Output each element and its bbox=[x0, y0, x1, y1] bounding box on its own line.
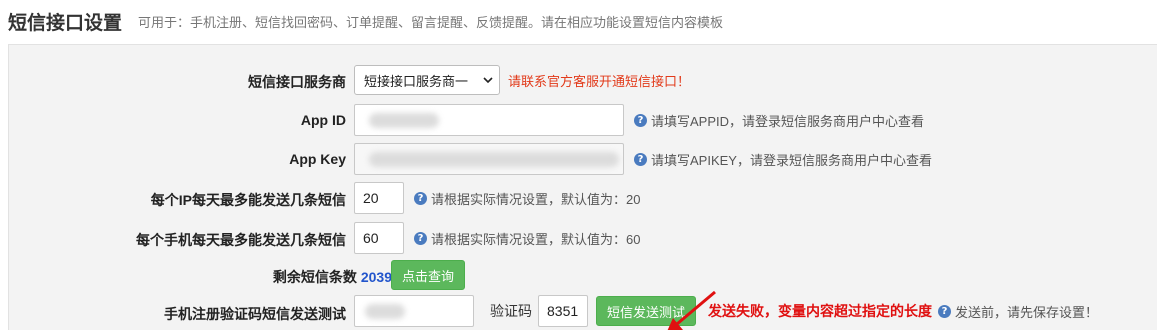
app-key-label: App Key bbox=[289, 151, 346, 167]
redacted-value bbox=[365, 304, 405, 319]
phone-limit-input[interactable]: 60 bbox=[354, 222, 404, 254]
app-id-label: App ID bbox=[300, 112, 346, 128]
app-id-field: ? 请填写APPID，请登录短信服务商用户中心查看 bbox=[354, 104, 924, 136]
query-button[interactable]: 点击查询 bbox=[391, 260, 466, 290]
app-id-hint-text: 请填写APPID，请登录短信服务商用户中心查看 bbox=[651, 113, 925, 129]
app-id-input[interactable] bbox=[354, 104, 624, 136]
phone-limit-hint: ? 请根据实际情况设置，默认值为：60 bbox=[414, 229, 640, 248]
chevron-down-icon bbox=[483, 77, 493, 84]
remaining-label-text: 剩余短信条数 bbox=[272, 269, 357, 285]
remaining-field: 点击查询 bbox=[391, 260, 466, 290]
redacted-value bbox=[369, 113, 439, 128]
test-hint-text: 发送前，请先保存设置！ bbox=[955, 304, 1099, 320]
send-fail-message: 发送失败，变量内容超过指定的长度 bbox=[708, 303, 933, 319]
test-row: 手机注册验证码短信发送测试 验证码 8351 短信发送测试 发送失败，变量内容超… bbox=[9, 294, 1157, 327]
provider-select[interactable]: 短接接口服务商一 bbox=[354, 65, 500, 95]
provider-label: 短信接口服务商 bbox=[248, 74, 346, 90]
settings-panel: 短信接口服务商 短接接口服务商一 请联系官方客服开通短信接口！ App ID ?… bbox=[8, 44, 1157, 330]
question-circle-icon: ? bbox=[414, 191, 427, 205]
ip-limit-label: 每个IP每天最多能发送几条短信 bbox=[150, 192, 346, 208]
sms-settings-page: 短信接口设置 可用于：手机注册、短信找回密码、订单提醒、留言提醒、反馈提醒。请在… bbox=[0, 0, 1157, 330]
remaining-count: 2039 bbox=[360, 269, 392, 285]
ip-limit-input[interactable]: 20 bbox=[354, 182, 404, 214]
ip-limit-row: 每个IP每天最多能发送几条短信 20 ? 请根据实际情况设置，默认值为：20 bbox=[9, 182, 1157, 214]
phone-limit-field: 60 ? 请根据实际情况设置，默认值为：60 bbox=[354, 222, 640, 254]
app-key-hint: ? 请填写APIKEY，请登录短信服务商用户中心查看 bbox=[634, 150, 932, 169]
ip-limit-hint-text: 请根据实际情况设置，默认值为：20 bbox=[431, 191, 641, 207]
test-hint: ? 发送前，请先保存设置！ bbox=[938, 302, 1098, 321]
app-key-input[interactable] bbox=[354, 143, 624, 175]
app-id-row: App ID ? 请填写APPID，请登录短信服务商用户中心查看 bbox=[9, 104, 1157, 136]
question-circle-icon: ? bbox=[634, 152, 647, 166]
code-value: 8351 bbox=[547, 303, 579, 319]
code-label: 验证码 bbox=[490, 303, 532, 319]
question-circle-icon: ? bbox=[414, 231, 427, 245]
app-id-hint: ? 请填写APPID，请登录短信服务商用户中心查看 bbox=[634, 111, 924, 130]
phone-limit-hint-text: 请根据实际情况设置，默认值为：60 bbox=[431, 231, 641, 247]
question-circle-icon: ? bbox=[634, 113, 647, 127]
phone-limit-label: 每个手机每天最多能发送几条短信 bbox=[136, 232, 346, 248]
phone-number-input[interactable] bbox=[354, 295, 474, 327]
redacted-value bbox=[369, 152, 619, 167]
ip-limit-value: 20 bbox=[363, 190, 379, 206]
ip-limit-hint: ? 请根据实际情况设置，默认值为：20 bbox=[414, 189, 640, 208]
app-key-field: ? 请填写APIKEY，请登录短信服务商用户中心查看 bbox=[354, 143, 932, 175]
test-label: 手机注册验证码短信发送测试 bbox=[164, 306, 346, 322]
page-header: 短信接口设置 可用于：手机注册、短信找回密码、订单提醒、留言提醒、反馈提醒。请在… bbox=[8, 6, 723, 36]
ip-limit-field: 20 ? 请根据实际情况设置，默认值为：20 bbox=[354, 182, 640, 214]
code-input[interactable]: 8351 bbox=[538, 295, 588, 327]
provider-row: 短信接口服务商 短接接口服务商一 请联系官方客服开通短信接口！ bbox=[9, 64, 1157, 96]
phone-limit-value: 60 bbox=[363, 230, 379, 246]
page-description: 可用于：手机注册、短信找回密码、订单提醒、留言提醒、反馈提醒。请在相应功能设置短… bbox=[138, 14, 724, 30]
app-key-row: App Key ? 请填写APIKEY，请登录短信服务商用户中心查看 bbox=[9, 143, 1157, 175]
phone-limit-row: 每个手机每天最多能发送几条短信 60 ? 请根据实际情况设置，默认值为：60 bbox=[9, 221, 1157, 254]
provider-selected-value: 短接接口服务商一 bbox=[364, 73, 469, 89]
remaining-label: 剩余短信条数 2039 bbox=[273, 267, 392, 287]
page-title: 短信接口设置 bbox=[8, 12, 123, 34]
remaining-row: 剩余短信条数 2039 点击查询 bbox=[9, 260, 1157, 290]
app-key-hint-text: 请填写APIKEY，请登录短信服务商用户中心查看 bbox=[651, 152, 932, 168]
provider-field: 短接接口服务商一 请联系官方客服开通短信接口！ bbox=[354, 65, 690, 95]
red-arrow-icon bbox=[667, 290, 716, 330]
provider-note: 请联系官方客服开通短信接口！ bbox=[508, 73, 691, 89]
question-circle-icon: ? bbox=[938, 304, 952, 318]
